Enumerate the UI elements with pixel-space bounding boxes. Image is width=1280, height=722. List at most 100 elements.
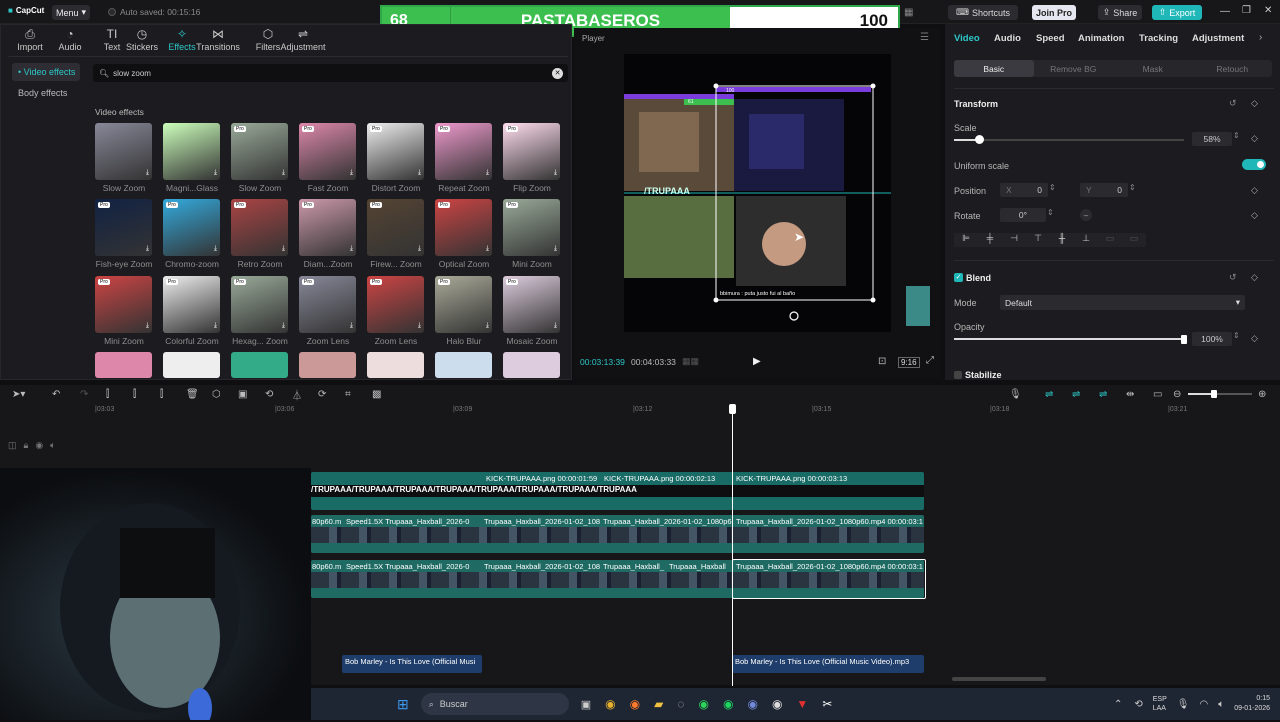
tool-adjustment[interactable]: ⇌ Adjustment xyxy=(280,28,325,52)
reverse-icon[interactable]: ⟲ xyxy=(265,389,273,400)
reset-icon[interactable]: ↺ xyxy=(1229,98,1237,109)
keyframe-icon[interactable]: ◇ xyxy=(1251,272,1258,283)
marker-icon[interactable]: ⬡ xyxy=(212,389,221,400)
effect-tile[interactable]: Pro ⤓ xyxy=(299,123,356,180)
tab-tracking[interactable]: Tracking xyxy=(1139,33,1178,44)
stepper-icon[interactable]: ⇕ xyxy=(1233,131,1240,140)
stepper-icon[interactable]: ⇕ xyxy=(1233,331,1240,340)
zoom-slider[interactable] xyxy=(1188,393,1252,395)
download-icon[interactable]: ⤓ xyxy=(486,322,489,330)
chevron-up-icon[interactable]: ⌃ xyxy=(1114,699,1122,710)
effect-tile[interactable] xyxy=(299,352,356,378)
effect-tile[interactable] xyxy=(231,352,288,378)
folder-icon[interactable]: ▰ xyxy=(654,697,663,711)
spotify-icon[interactable]: ◉ xyxy=(723,697,733,711)
collapse-panel-icon[interactable]: › xyxy=(1259,32,1262,43)
rotate-dial-icon[interactable]: – xyxy=(1080,209,1092,221)
effect-tile[interactable]: Pro ⤓ xyxy=(299,199,356,256)
windows-start-icon[interactable]: ⊞ xyxy=(397,696,409,713)
subtab-retouch[interactable]: Retouch xyxy=(1193,60,1273,77)
capcut-icon[interactable]: ✂ xyxy=(822,697,832,711)
tab-speed[interactable]: Speed xyxy=(1036,33,1065,44)
download-icon[interactable]: ⤓ xyxy=(350,322,353,330)
link-audio-icon[interactable]: ⇌ xyxy=(1072,389,1080,400)
opacity-value[interactable]: 100% xyxy=(1192,332,1232,346)
download-icon[interactable]: ⤓ xyxy=(350,245,353,253)
zoom-out-icon[interactable]: ⊖ xyxy=(1173,389,1181,400)
effect-tile[interactable]: Pro ⤓ xyxy=(367,199,424,256)
layout-icon[interactable]: ▦ xyxy=(904,7,913,18)
distribute-v-icon[interactable]: ▭ xyxy=(1122,233,1146,247)
export-button[interactable]: ⇧ Export xyxy=(1152,5,1202,20)
effect-tile[interactable]: Pro ⤓ xyxy=(231,123,288,180)
rotate-icon[interactable]: ⟳ xyxy=(318,389,326,400)
align-center-icon[interactable]: ╪ xyxy=(978,233,1002,247)
scale-slider[interactable] xyxy=(954,139,1184,141)
scale-value[interactable]: 58% xyxy=(1192,132,1232,146)
download-icon[interactable]: ⤓ xyxy=(418,169,421,177)
download-icon[interactable]: ⤓ xyxy=(486,169,489,177)
download-icon[interactable]: ⤓ xyxy=(146,245,149,253)
language-indicator[interactable]: ESP LAA xyxy=(1153,695,1167,713)
share-button[interactable]: ⇪ Share xyxy=(1098,5,1142,20)
effect-tile[interactable]: Pro ⤓ xyxy=(367,276,424,333)
effect-tile[interactable] xyxy=(163,352,220,378)
snap-icon[interactable]: ⇌ xyxy=(1099,389,1107,400)
split-icon[interactable]: ⫿ xyxy=(106,389,109,400)
subtab-mask[interactable]: Mask xyxy=(1113,60,1193,77)
stepper-icon[interactable]: ⇕ xyxy=(1129,183,1136,192)
eye-icon[interactable]: ◉ xyxy=(35,440,43,451)
ratio-button[interactable]: 9:16 xyxy=(898,357,920,368)
close-icon[interactable]: ✕ xyxy=(1264,5,1272,16)
minimize-icon[interactable]: — xyxy=(1220,6,1230,17)
effect-tile[interactable]: Pro ⤓ xyxy=(231,276,288,333)
link-main-icon[interactable]: ⇌ xyxy=(1045,389,1053,400)
timeline-scrollbar[interactable] xyxy=(952,677,1046,681)
effect-tile[interactable]: Pro ⤓ xyxy=(435,123,492,180)
playhead-handle[interactable] xyxy=(729,404,736,414)
select-tool-icon[interactable]: ➤▾ xyxy=(12,389,25,400)
playhead[interactable] xyxy=(732,404,733,686)
download-icon[interactable]: ⤓ xyxy=(486,245,489,253)
freeze-icon[interactable]: ▣ xyxy=(238,389,247,400)
download-icon[interactable]: ⤓ xyxy=(282,245,285,253)
obs-icon[interactable]: ◉ xyxy=(772,697,782,711)
clock[interactable]: 0:15 09-01-2026 xyxy=(1234,694,1270,714)
effect-tile[interactable]: ⤓ xyxy=(163,123,220,180)
download-icon[interactable]: ⤓ xyxy=(418,245,421,253)
search-input[interactable]: slow zoom xyxy=(113,69,151,78)
discord-icon[interactable]: ◉ xyxy=(747,697,757,711)
effect-tile[interactable]: Pro ⤓ xyxy=(435,276,492,333)
effect-tile[interactable]: Pro ⤓ xyxy=(503,276,560,333)
join-pro-button[interactable]: Join Pro xyxy=(1032,5,1076,20)
tool-transitions[interactable]: ⋈ Transitions xyxy=(196,28,240,52)
fullscreen-crop-icon[interactable]: ⊡ xyxy=(878,356,886,367)
cover-icon[interactable]: ◫ xyxy=(8,440,17,451)
preview-axis-icon[interactable]: ▭ xyxy=(1153,389,1162,400)
sidebar-item-body-effects[interactable]: Body effects xyxy=(12,84,80,102)
effect-tile[interactable] xyxy=(503,352,560,378)
zoom-in-icon[interactable]: ⊕ xyxy=(1258,389,1266,400)
download-icon[interactable]: ⤓ xyxy=(214,322,217,330)
split-view-icon[interactable]: ⇹ xyxy=(1126,389,1134,400)
keyframe-icon[interactable]: ◇ xyxy=(1251,133,1258,144)
play-icon[interactable]: ▶ xyxy=(753,356,761,367)
download-icon[interactable]: ⤓ xyxy=(282,322,285,330)
download-icon[interactable]: ⤓ xyxy=(146,169,149,177)
firefox-icon[interactable]: ◉ xyxy=(630,697,640,711)
tool-audio[interactable]: ◔ Audio xyxy=(50,28,90,52)
effect-tile[interactable] xyxy=(367,352,424,378)
stepper-icon[interactable]: ⇕ xyxy=(1049,183,1056,192)
effect-tile[interactable]: Pro ⤓ xyxy=(95,199,152,256)
keyframe-icon[interactable]: ◇ xyxy=(1251,185,1258,196)
network-icon[interactable]: ⟲ xyxy=(1134,699,1142,710)
chrome-icon[interactable]: ◉ xyxy=(605,697,615,711)
align-right-icon[interactable]: ⊣ xyxy=(1002,233,1026,247)
microphone-icon[interactable]: 🎙︎ xyxy=(1009,389,1022,400)
mirror-icon[interactable]: ⏃ xyxy=(292,387,302,402)
effect-tile[interactable]: Pro ⤓ xyxy=(435,199,492,256)
clear-search-icon[interactable]: ✕ xyxy=(552,67,563,79)
y-value[interactable]: 0 xyxy=(1117,185,1122,195)
app-icon[interactable]: ▼ xyxy=(796,697,808,711)
blend-checkbox[interactable]: ✓ xyxy=(954,273,963,282)
